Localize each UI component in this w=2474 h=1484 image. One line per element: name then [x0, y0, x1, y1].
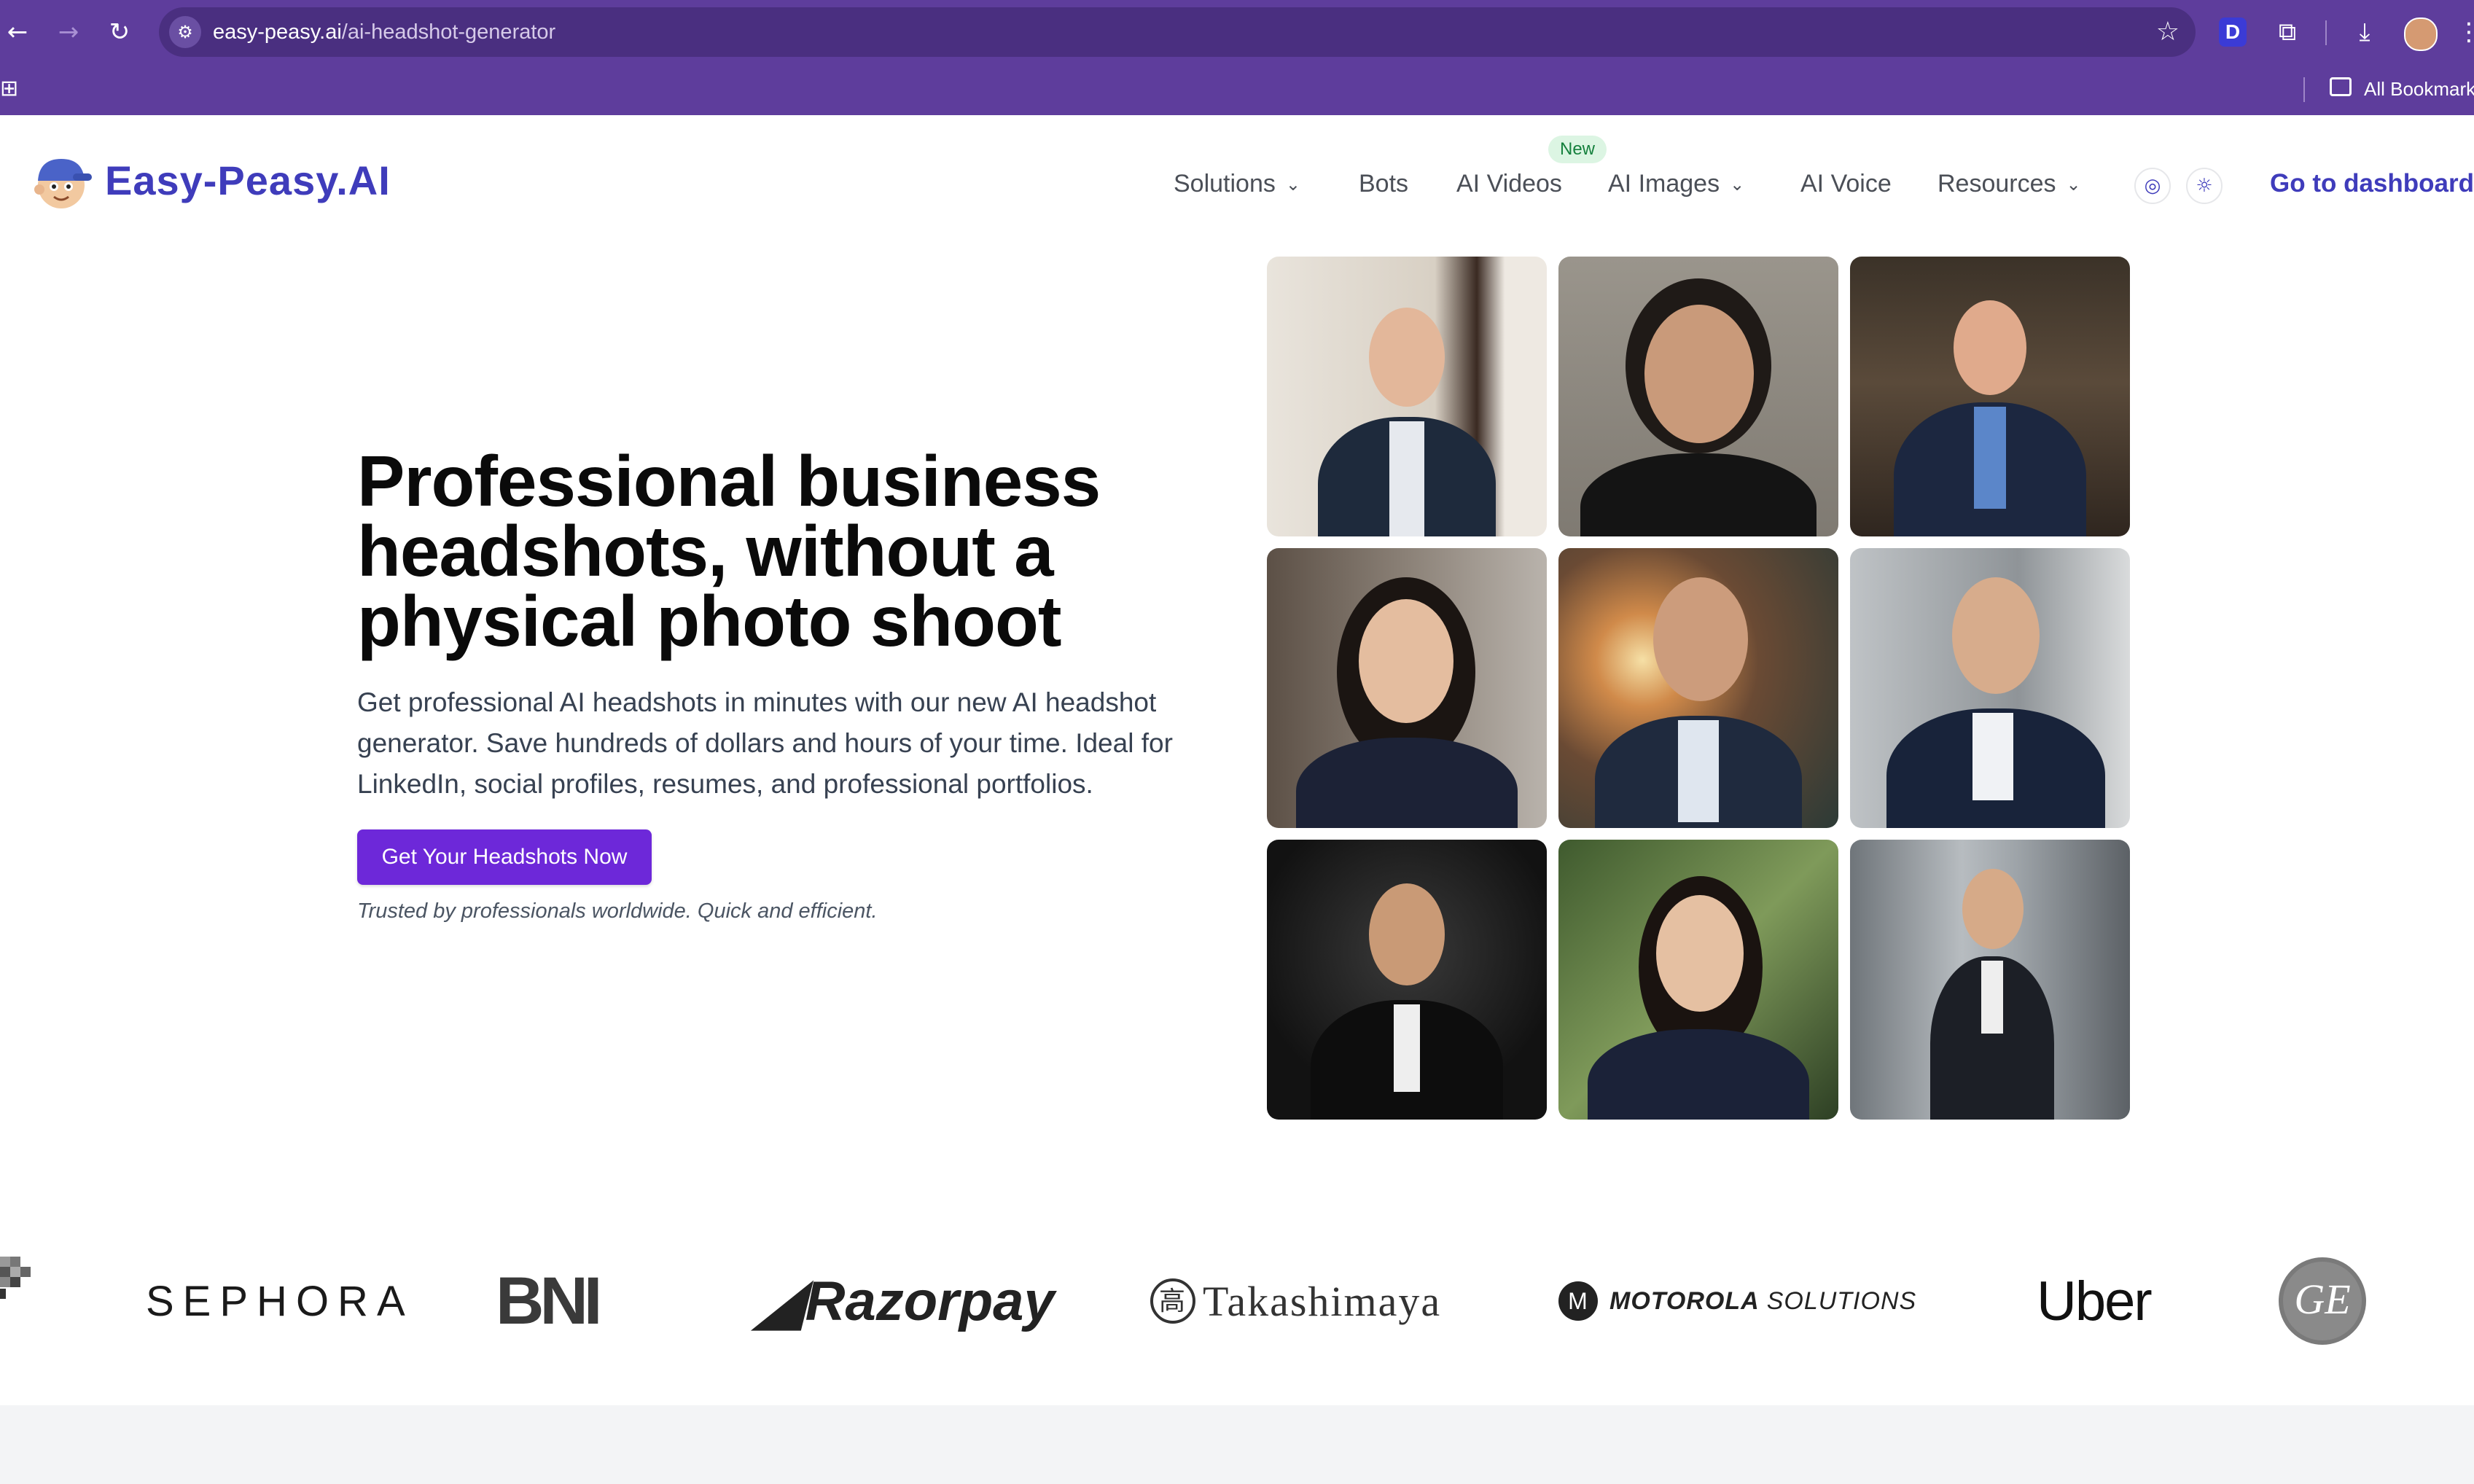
- headshot-gallery: [1267, 257, 2130, 1120]
- nav-resources-label: Resources: [1938, 170, 2056, 198]
- partial-logo-icon: [0, 1257, 31, 1299]
- hero-title: Professional business headshots, without…: [357, 445, 1217, 657]
- client-logos: SEPHORA BNI ◢ Razorpay 高 Takashimaya M MOTO…: [0, 1225, 2474, 1378]
- uber-logo: Uber: [2037, 1270, 2153, 1332]
- headshot-photo: [1267, 257, 1547, 536]
- hero-subtitle: Get professional AI headshots in minutes…: [357, 682, 1217, 805]
- takashimaya-crest-icon: 高: [1150, 1278, 1195, 1324]
- url-path: /ai-headshot-generator: [341, 20, 556, 44]
- razorpay-logo: ◢ Razorpay: [755, 1225, 1055, 1378]
- nav-bots[interactable]: Bots: [1359, 166, 1408, 201]
- nav-solutions-label: Solutions: [1174, 170, 1276, 198]
- hero-subtitle-line: LinkedIn, social profiles, resumes, and …: [357, 769, 1093, 799]
- razorpay-mark-icon: ◢: [755, 1267, 803, 1335]
- reload-icon[interactable]: ↻: [102, 15, 137, 50]
- address-bar[interactable]: ⚙ easy-peasy.ai/ai-headshot-generator ☆: [159, 7, 2196, 57]
- all-bookmarks-link[interactable]: All Bookmarks: [2364, 74, 2474, 104]
- browser-chrome: ← → ↻ ⚙ easy-peasy.ai/ai-headshot-genera…: [0, 0, 2474, 115]
- puzzle-icon[interactable]: ⧉: [2270, 15, 2305, 50]
- get-headshots-button[interactable]: Get Your Headshots Now: [357, 829, 652, 885]
- chevron-down-icon: ⌄: [1285, 174, 1300, 195]
- headshot-photo: [1558, 257, 1838, 536]
- sephora-logo: SEPHORA: [146, 1277, 414, 1325]
- forward-icon[interactable]: →: [51, 15, 86, 50]
- hero-title-line: physical photo shoot: [357, 581, 1061, 661]
- go-to-dashboard-link[interactable]: Go to dashboard: [2270, 166, 2474, 201]
- nav-solutions[interactable]: Solutions ⌄: [1174, 166, 1300, 202]
- hero-subtitle-line: Get professional AI headshots in minutes…: [357, 687, 1157, 717]
- nav-ai-images-label: AI Images: [1608, 170, 1720, 198]
- apps-grid-icon[interactable]: ⊞: [0, 77, 23, 101]
- motorola-logo: M MOTOROLA SOLUTIONS: [1558, 1225, 1916, 1378]
- nav-resources[interactable]: Resources ⌄: [1938, 166, 2081, 202]
- chevron-down-icon: ⌄: [1730, 174, 1745, 195]
- site-header: Easy-Peasy.AI Solutions ⌄ Bots New AI Vid…: [0, 115, 2474, 243]
- nav-ai-voice[interactable]: AI Voice: [1800, 166, 1892, 201]
- logo-mascot-icon[interactable]: [29, 152, 93, 210]
- takashimaya-logo: 高 Takashimaya: [1150, 1225, 1441, 1378]
- globe-icon[interactable]: ◎: [2134, 168, 2171, 204]
- headshot-photo: [1558, 548, 1838, 828]
- url-host: easy-peasy.ai: [213, 20, 342, 44]
- chevron-down-icon: ⌄: [2066, 174, 2081, 195]
- profile-avatar[interactable]: [2404, 17, 2438, 51]
- motorola-solutions-text: SOLUTIONS: [1766, 1286, 1917, 1315]
- logo-text[interactable]: Easy-Peasy.AI: [105, 153, 391, 208]
- razorpay-wordmark: Razorpay: [805, 1270, 1055, 1332]
- sun-icon[interactable]: ☼: [2186, 168, 2223, 204]
- browser-toolbar: ← → ↻ ⚙ easy-peasy.ai/ai-headshot-genera…: [0, 0, 2474, 64]
- trusted-text: Trusted by professionals worldwide. Quic…: [357, 899, 878, 923]
- headshot-photo: [1850, 257, 2130, 536]
- motorola-m-icon: M: [1558, 1281, 1598, 1321]
- hero-title-line: Professional business: [357, 441, 1101, 521]
- next-section-band: [0, 1405, 2474, 1484]
- new-badge: New: [1548, 136, 1607, 163]
- url-text[interactable]: easy-peasy.ai/ai-headshot-generator: [213, 17, 555, 47]
- bookmarks-bar: ⊞ All Bookmarks: [0, 64, 2474, 115]
- headshot-photo: [1267, 840, 1547, 1120]
- bookmarks-separator: [2303, 77, 2305, 102]
- ge-monogram: GE: [2279, 1257, 2366, 1345]
- bookmark-star-icon[interactable]: ☆: [2156, 15, 2180, 50]
- folder-icon: [2330, 77, 2352, 96]
- download-icon[interactable]: ⤓: [2347, 15, 2382, 50]
- ge-logo: GE: [2279, 1225, 2366, 1378]
- nav-ai-images[interactable]: AI Images ⌄: [1608, 166, 1744, 202]
- headshot-photo: [1558, 840, 1838, 1120]
- hero-subtitle-line: generator. Save hundreds of dollars and …: [357, 728, 1173, 758]
- menu-icon[interactable]: ⋮: [2457, 15, 2474, 50]
- site-info-icon[interactable]: ⚙: [169, 16, 201, 48]
- back-icon[interactable]: ←: [0, 15, 35, 50]
- bni-logo: BNI: [496, 1263, 602, 1338]
- takashimaya-wordmark: Takashimaya: [1203, 1277, 1442, 1325]
- headshot-photo: [1850, 548, 2130, 828]
- headshot-photo: [1267, 548, 1547, 828]
- hero-title-line: headshots, without a: [357, 511, 1054, 591]
- extension-d-icon[interactable]: D: [2219, 17, 2247, 47]
- toolbar-separator: [2325, 20, 2327, 45]
- motorola-bold-text: MOTOROLA: [1609, 1286, 1760, 1315]
- headshot-photo: [1850, 840, 2130, 1120]
- nav-ai-videos[interactable]: AI Videos: [1456, 166, 1562, 201]
